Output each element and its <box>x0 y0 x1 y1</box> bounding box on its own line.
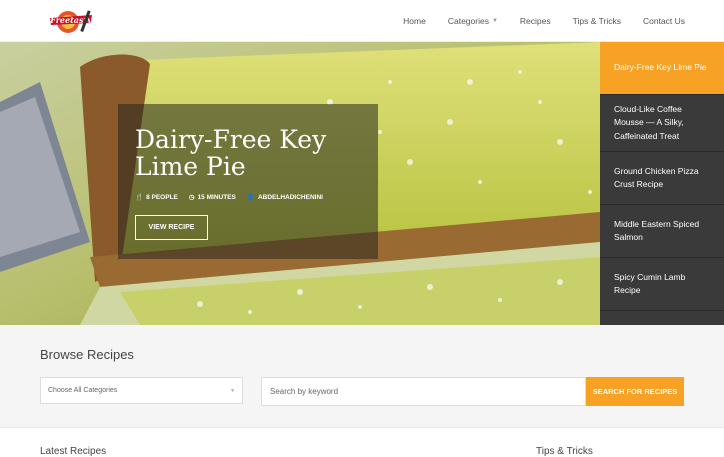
view-recipe-button[interactable]: VIEW RECIPE <box>135 215 208 240</box>
servings: 🍴 8 PEOPLE <box>135 193 178 202</box>
top-navbar: Freetasty Home Categories ▼ Recipes Tips … <box>0 0 724 42</box>
browse-title: Browse Recipes <box>40 347 134 362</box>
browse-recipes-section: Browse Recipes Choose All Categories ▼ S… <box>0 325 724 428</box>
nav-recipes[interactable]: Recipes <box>509 16 562 26</box>
slider-item-spiced-salmon[interactable]: Middle Eastern Spiced Salmon <box>600 205 724 258</box>
slider-item-key-lime-pie[interactable]: Dairy-Free Key Lime Pie <box>600 42 724 95</box>
utensils-icon: 🍴 <box>135 194 144 201</box>
chevron-down-icon: ▼ <box>230 387 235 394</box>
main-nav: Home Categories ▼ Recipes Tips & Tricks C… <box>392 0 696 42</box>
hero-slider[interactable]: Dairy-Free Key Lime Pie 🍴 8 PEOPLE ◷ 15 MI… <box>0 42 600 325</box>
chevron-down-icon: ▼ <box>491 18 498 24</box>
slider-item-coffee-mousse[interactable]: Cloud-Like Coffee Mousse — A Silky, Caff… <box>600 95 724 152</box>
clock-icon: ◷ <box>188 194 195 201</box>
slider-item-cumin-lamb[interactable]: Spicy Cumin Lamb Recipe <box>600 258 724 311</box>
recipe-meta: 🍴 8 PEOPLE ◷ 15 MINUTES 👤 ABDELHADICHENINI <box>135 193 361 202</box>
keyword-search-input[interactable]: Search by keyword <box>261 377 586 406</box>
slider-item-chicken-pizza-crust[interactable]: Ground Chicken Pizza Crust Recipe <box>600 152 724 205</box>
hero-title[interactable]: Dairy-Free Key Lime Pie <box>135 126 361 180</box>
slider-thumbnails: Dairy-Free Key Lime Pie Cloud-Like Coffe… <box>600 42 724 325</box>
nav-categories[interactable]: Categories ▼ <box>437 16 509 26</box>
category-select[interactable]: Choose All Categories ▼ <box>40 377 243 404</box>
nav-home[interactable]: Home <box>392 16 437 26</box>
author[interactable]: 👤 ABDELHADICHENINI <box>246 193 323 202</box>
search-recipes-button[interactable]: SEARCH FOR RECIPES <box>586 377 684 406</box>
nav-tips-tricks[interactable]: Tips & Tricks <box>562 16 632 26</box>
nav-contact-us[interactable]: Contact Us <box>632 16 696 26</box>
cook-time: ◷ 15 MINUTES <box>188 193 236 202</box>
hero-caption: Dairy-Free Key Lime Pie 🍴 8 PEOPLE ◷ 15 MI… <box>118 104 378 259</box>
freetasty-logo[interactable]: Freetasty <box>48 6 94 36</box>
user-icon: 👤 <box>246 194 255 201</box>
